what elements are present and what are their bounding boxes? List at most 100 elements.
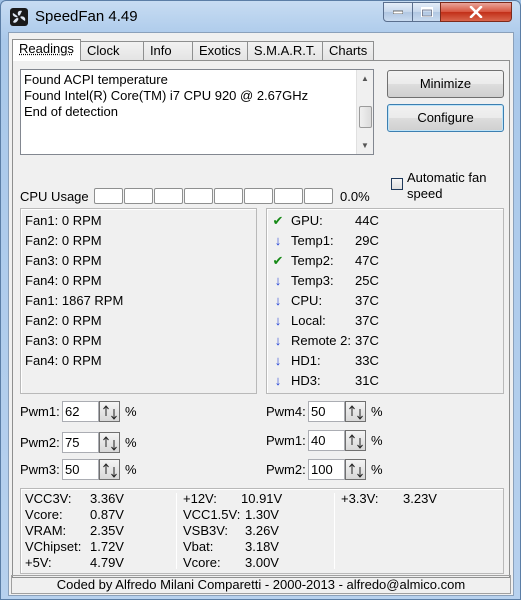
temp-value: 37C (355, 293, 379, 308)
voltage-label: Vbat: (183, 539, 214, 554)
temp-label: Temp2: (291, 253, 334, 268)
log-line: Found ACPI temperature (24, 72, 168, 87)
pwm-control: Pwm2: 100 % (266, 459, 396, 481)
temp-value: 44C (355, 213, 379, 228)
pwm-value-input[interactable]: 100 (308, 459, 345, 480)
minimize-icon (393, 10, 403, 14)
pwm-control: Pwm4: 50 % (266, 401, 396, 423)
pwm-unit: % (125, 462, 137, 477)
voltage-row: VCC1.5V: 1.30V (183, 507, 333, 523)
tab-strip: Readings Clock Info Exotics S.M.A.R.T. C… (12, 39, 375, 61)
temp-row: ↓ CPU: 37C (267, 291, 497, 311)
cpu-meter-segment (154, 188, 183, 204)
scroll-thumb[interactable] (359, 106, 372, 128)
status-bar: Coded by Alfredo Milani Comparetti - 200… (11, 575, 511, 594)
pwm-unit: % (371, 462, 383, 477)
voltage-value: 1.72V (90, 539, 124, 554)
pwm-spinner[interactable] (345, 430, 366, 451)
scroll-up-icon[interactable]: ▲ (357, 70, 373, 87)
temp-label: GPU: (291, 213, 323, 228)
temp-row: ↓ Remote 2: 37C (267, 331, 497, 351)
minimize-window-button[interactable] (383, 2, 413, 22)
tab-smart[interactable]: S.M.A.R.T. (246, 41, 323, 61)
arrow-down-icon: ↓ (274, 373, 282, 388)
check-icon: ✔ (272, 253, 284, 268)
fan-label: Fan2: (25, 313, 59, 328)
spin-arrows-icon (103, 405, 117, 420)
cpu-meter-segment (274, 188, 303, 204)
pwm-control: Pwm1: 40 % (266, 430, 396, 452)
tab-info[interactable]: Info (142, 41, 193, 61)
cpu-meter-segment (304, 188, 333, 204)
voltage-row: VCC3V: 3.36V (25, 491, 175, 507)
tab-clock[interactable]: Clock (79, 41, 144, 61)
voltage-value: 3.23V (403, 491, 437, 506)
voltage-row: Vbat: 3.18V (183, 539, 333, 555)
automatic-fan-speed-checkbox[interactable] (391, 178, 403, 190)
pwm-spinner[interactable] (99, 401, 120, 422)
temp-value: 37C (355, 333, 379, 348)
pwm-unit: % (371, 433, 383, 448)
temp-label: Temp1: (291, 233, 334, 248)
cpu-usage-label: CPU Usage (20, 189, 89, 204)
voltage-label: VChipset: (25, 539, 82, 554)
arrow-down-icon: ↓ (274, 313, 282, 328)
temp-row: ↓ Temp1: 29C (267, 231, 497, 251)
pwm-spinner[interactable] (345, 401, 366, 422)
check-icon: ✔ (272, 213, 284, 228)
fan-value: 0 RPM (61, 213, 102, 228)
voltage-value: 4.79V (90, 555, 124, 570)
tab-readings[interactable]: Readings (12, 39, 81, 61)
pwm-spinner[interactable] (99, 459, 120, 480)
temp-label: HD3: (291, 373, 321, 388)
log-line: End of detection (24, 104, 118, 119)
fan-speeds-panel: Fan1: 0 RPM Fan2: 0 RPM Fan3: 0 RPM Fan4… (20, 208, 257, 394)
maximize-icon (420, 7, 433, 17)
cpu-meter-segment (214, 188, 243, 204)
pwm-value-input[interactable]: 50 (62, 459, 99, 480)
fan-label: Fan3: (25, 253, 59, 268)
pwm-value-input[interactable]: 75 (62, 432, 99, 453)
cpu-meter-segment (184, 188, 213, 204)
title-bar[interactable]: SpeedFan 4.49 (1, 1, 520, 31)
temp-row: ↓ Local: 37C (267, 311, 497, 331)
tab-exotics[interactable]: Exotics (191, 41, 248, 61)
voltage-divider (176, 493, 177, 569)
temp-row: ✔ GPU: 44C (267, 211, 497, 231)
voltage-value: 3.00V (245, 555, 279, 570)
fan-label: Fan3: (25, 333, 59, 348)
pwm-value-input[interactable]: 50 (308, 401, 345, 422)
pwm-spinner[interactable] (345, 459, 366, 480)
pwm-unit: % (125, 404, 137, 419)
fan-value: 1867 RPM (61, 293, 124, 308)
voltages-panel: VCC3V: 3.36V Vcore: 0.87V VRAM: 2.35V VChip… (20, 488, 504, 574)
voltage-label: VRAM: (25, 523, 67, 538)
voltage-label: Vcore: (25, 507, 63, 522)
maximize-window-button[interactable] (412, 2, 441, 22)
temp-value: 37C (355, 313, 379, 328)
scroll-down-icon[interactable]: ▼ (357, 137, 373, 154)
configure-button[interactable]: Configure (387, 104, 504, 132)
temp-value: 47C (355, 253, 379, 268)
close-window-button[interactable] (440, 2, 512, 22)
pwm-value-input[interactable]: 40 (308, 430, 345, 451)
fan-row: Fan3: 0 RPM (25, 251, 102, 271)
fan-label: Fan2: (25, 233, 59, 248)
log-scrollbar[interactable]: ▲ ▼ (356, 70, 373, 154)
tab-charts[interactable]: Charts (321, 41, 375, 61)
voltage-label: VCC1.5V: (183, 507, 241, 522)
voltage-row: VSB3V: 3.26V (183, 523, 333, 539)
minimize-button[interactable]: Minimize (387, 70, 504, 98)
pwm-spinner[interactable] (99, 432, 120, 453)
detection-log[interactable]: Found ACPI temperature Found Intel(R) Co… (20, 69, 374, 155)
temp-row: ↓ HD1: 33C (267, 351, 497, 371)
voltage-row: VChipset: 1.72V (25, 539, 175, 555)
client-area: Readings Clock Info Exotics S.M.A.R.T. C… (8, 32, 514, 596)
cpu-usage-value: 0.0% (340, 189, 370, 204)
pwm-label: Pwm2: (20, 435, 60, 450)
spin-arrows-icon (103, 436, 117, 451)
close-icon (469, 6, 483, 18)
voltage-label: VCC3V: (25, 491, 72, 506)
pwm-control: Pwm3: 50 % (20, 459, 150, 481)
pwm-value-input[interactable]: 62 (62, 401, 99, 422)
